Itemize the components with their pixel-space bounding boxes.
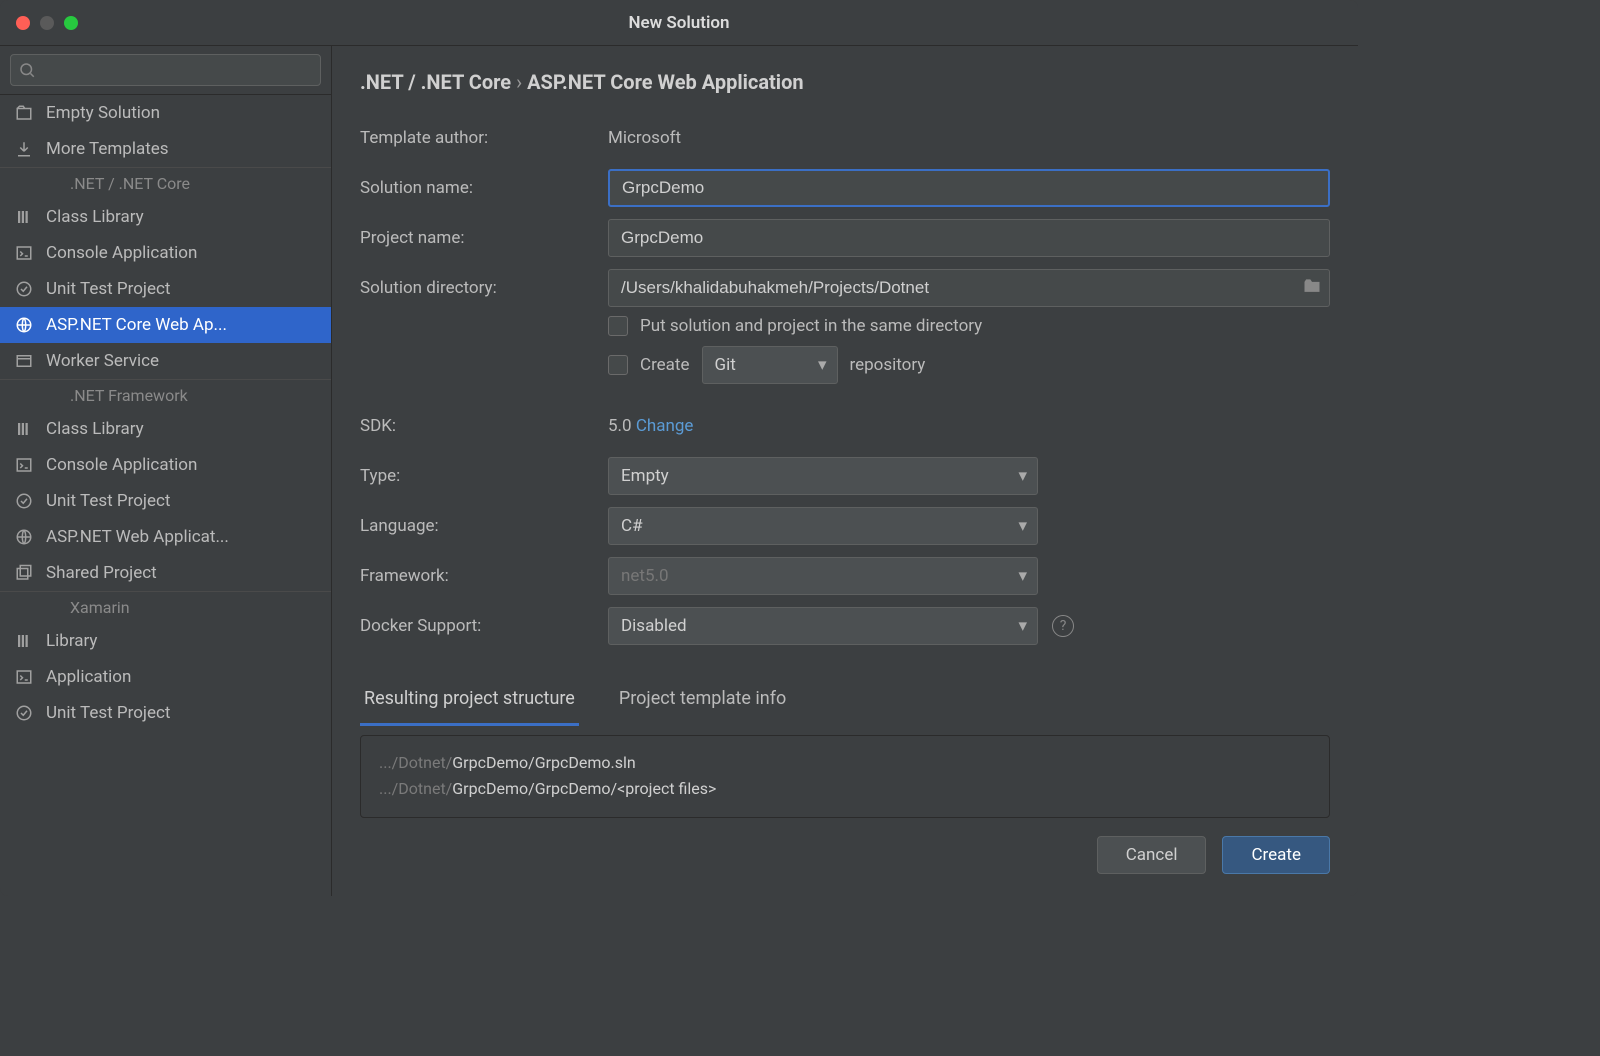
sidebar-item-console-application[interactable]: Console Application — [0, 235, 331, 271]
project-structure-box: .../Dotnet/GrpcDemo/GrpcDemo.sln .../Dot… — [360, 735, 1330, 818]
sidebar-item-label: ASP.NET Web Applicat... — [46, 527, 229, 547]
shared-icon — [14, 563, 34, 583]
window-title: New Solution — [628, 13, 729, 33]
type-label: Type: — [360, 466, 608, 486]
tab-template-info[interactable]: Project template info — [615, 678, 790, 726]
sidebar-section-xamarin: Xamarin — [0, 591, 331, 623]
solution-dir-label: Solution directory: — [360, 278, 608, 298]
docker-select[interactable]: Disabled ▾ — [608, 607, 1038, 645]
sidebar-item-label: Console Application — [46, 455, 197, 475]
create-repo-label: Create — [640, 355, 690, 375]
sidebar-item-label: ASP.NET Core Web Ap... — [46, 315, 227, 335]
breadcrumb-page: ASP.NET Core Web Application — [527, 70, 804, 94]
globe-icon — [14, 315, 34, 335]
same-directory-checkbox[interactable] — [608, 316, 628, 336]
sidebar-section-netframework: .NET Framework — [0, 379, 331, 411]
console-icon — [14, 455, 34, 475]
sidebar-item-label: Application — [46, 667, 131, 687]
sidebar-item-shared-project[interactable]: Shared Project — [0, 555, 331, 591]
type-select[interactable]: Empty ▾ — [608, 457, 1038, 495]
create-button[interactable]: Create — [1222, 836, 1330, 874]
chevron-down-icon: ▾ — [1018, 466, 1027, 486]
sdk-value: 5.0 — [608, 416, 632, 436]
sidebar: Empty Solution More Templates .NET / .NE… — [0, 46, 332, 896]
tab-project-structure[interactable]: Resulting project structure — [360, 678, 579, 726]
sidebar-item-label: Unit Test Project — [46, 703, 170, 723]
library-icon — [14, 631, 34, 651]
sidebar-item-unit-test-xam[interactable]: Unit Test Project — [0, 695, 331, 731]
minimize-window-button[interactable] — [40, 16, 54, 30]
language-label: Language: — [360, 516, 608, 536]
sidebar-item-label: Empty Solution — [46, 103, 160, 123]
sidebar-item-aspnet-core-web[interactable]: ASP.NET Core Web Ap... — [0, 307, 331, 343]
create-repo-checkbox[interactable] — [608, 355, 628, 375]
search-icon — [18, 61, 36, 83]
sidebar-item-label: Shared Project — [46, 563, 157, 583]
framework-label: Framework: — [360, 566, 608, 586]
sidebar-item-library-xam[interactable]: Library — [0, 623, 331, 659]
template-author-value: Microsoft — [608, 128, 681, 148]
maximize-window-button[interactable] — [64, 16, 78, 30]
docker-label: Docker Support: — [360, 616, 608, 636]
language-select[interactable]: C# ▾ — [608, 507, 1038, 545]
library-icon — [14, 207, 34, 227]
sidebar-item-application-xam[interactable]: Application — [0, 659, 331, 695]
test-icon — [14, 703, 34, 723]
repository-label: repository — [850, 355, 926, 375]
sidebar-item-label: Console Application — [46, 243, 197, 263]
same-directory-label: Put solution and project in the same dir… — [640, 316, 982, 336]
vcs-select[interactable]: Git ▾ — [702, 346, 838, 384]
sidebar-item-more-templates[interactable]: More Templates — [0, 131, 331, 167]
solution-name-input[interactable] — [608, 169, 1330, 207]
sdk-label: SDK: — [360, 416, 608, 436]
breadcrumb-section: .NET / .NET Core — [360, 70, 511, 94]
sidebar-item-aspnet-web-fw[interactable]: ASP.NET Web Applicat... — [0, 519, 331, 555]
browse-folder-button[interactable] — [1302, 276, 1322, 300]
sidebar-item-empty-solution[interactable]: Empty Solution — [0, 95, 331, 131]
sidebar-section-netcore: .NET / .NET Core — [0, 167, 331, 199]
titlebar: New Solution — [0, 0, 1358, 46]
sdk-change-link[interactable]: Change — [636, 416, 694, 436]
chevron-down-icon: ▾ — [1018, 566, 1027, 586]
console-icon — [14, 667, 34, 687]
close-window-button[interactable] — [16, 16, 30, 30]
empty-solution-icon — [14, 103, 34, 123]
chevron-down-icon: ▾ — [818, 355, 827, 375]
template-author-label: Template author: — [360, 128, 608, 148]
sidebar-item-class-library[interactable]: Class Library — [0, 199, 331, 235]
framework-select: net5.0 ▾ — [608, 557, 1038, 595]
download-icon — [14, 139, 34, 159]
solution-dir-input[interactable] — [608, 269, 1330, 307]
sidebar-item-label: Library — [46, 631, 97, 651]
sidebar-item-label: Worker Service — [46, 351, 159, 371]
search-input[interactable] — [10, 54, 321, 86]
sidebar-item-console-application-fw[interactable]: Console Application — [0, 447, 331, 483]
test-icon — [14, 491, 34, 511]
docker-help-icon[interactable]: ? — [1052, 615, 1074, 637]
sidebar-item-label: More Templates — [46, 139, 169, 159]
globe-icon — [14, 527, 34, 547]
sidebar-item-label: Class Library — [46, 207, 144, 227]
sidebar-item-worker-service[interactable]: Worker Service — [0, 343, 331, 379]
window-icon — [14, 351, 34, 371]
test-icon — [14, 279, 34, 299]
solution-name-label: Solution name: — [360, 178, 608, 198]
breadcrumb: .NET / .NET Core › ASP.NET Core Web Appl… — [360, 70, 1330, 94]
chevron-down-icon: ▾ — [1018, 516, 1027, 536]
sidebar-item-label: Class Library — [46, 419, 144, 439]
sidebar-item-unit-test-fw[interactable]: Unit Test Project — [0, 483, 331, 519]
chevron-down-icon: ▾ — [1018, 616, 1027, 636]
cancel-button[interactable]: Cancel — [1097, 836, 1207, 874]
project-name-label: Project name: — [360, 228, 608, 248]
project-name-input[interactable] — [608, 219, 1330, 257]
sidebar-item-class-library-fw[interactable]: Class Library — [0, 411, 331, 447]
console-icon — [14, 243, 34, 263]
library-icon — [14, 419, 34, 439]
sidebar-item-label: Unit Test Project — [46, 279, 170, 299]
sidebar-item-label: Unit Test Project — [46, 491, 170, 511]
sidebar-item-unit-test[interactable]: Unit Test Project — [0, 271, 331, 307]
